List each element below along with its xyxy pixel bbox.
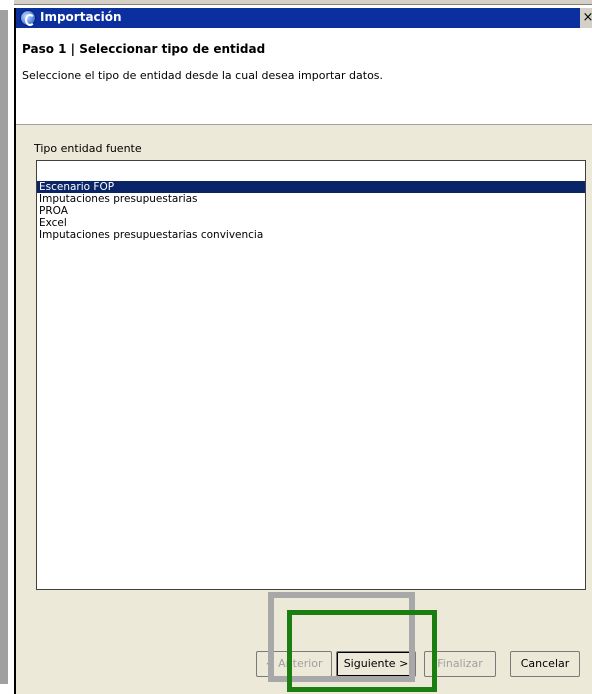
wizard-content: Tipo entidad fuente Escenario FOP Imputa…	[16, 125, 592, 593]
globe-icon	[20, 10, 36, 26]
title-bar[interactable]: Importación ×	[16, 8, 592, 28]
list-item-proa[interactable]: PROA	[37, 205, 585, 217]
wizard-header: Paso 1 | Seleccionar tipo de entidad Sel…	[16, 28, 592, 125]
cancel-button[interactable]: Cancelar	[510, 651, 580, 677]
step-title: Paso 1 | Seleccionar tipo de entidad	[22, 42, 266, 56]
step-description: Seleccione el tipo de entidad desde la c…	[22, 69, 384, 82]
outer-window-edge	[0, 0, 592, 5]
close-icon[interactable]: ×	[580, 8, 592, 28]
list-item-excel[interactable]: Excel	[37, 217, 585, 229]
background-window-strip	[0, 10, 8, 684]
list-label: Tipo entidad fuente	[34, 142, 142, 155]
list-item-escenario-fop[interactable]: Escenario FOP	[37, 181, 585, 193]
entity-type-list[interactable]: Escenario FOP Imputaciones presupuestari…	[36, 160, 586, 590]
background-window-frame	[0, 0, 14, 694]
window-title: Importación	[40, 10, 122, 24]
background-window-bottom	[0, 684, 14, 694]
green-highlight-box	[287, 610, 437, 692]
list-item-imputaciones-convivencia[interactable]: Imputaciones presupuestarias convivencia	[37, 229, 585, 241]
list-item-imputaciones-presupuestarias[interactable]: Imputaciones presupuestarias	[37, 193, 585, 205]
